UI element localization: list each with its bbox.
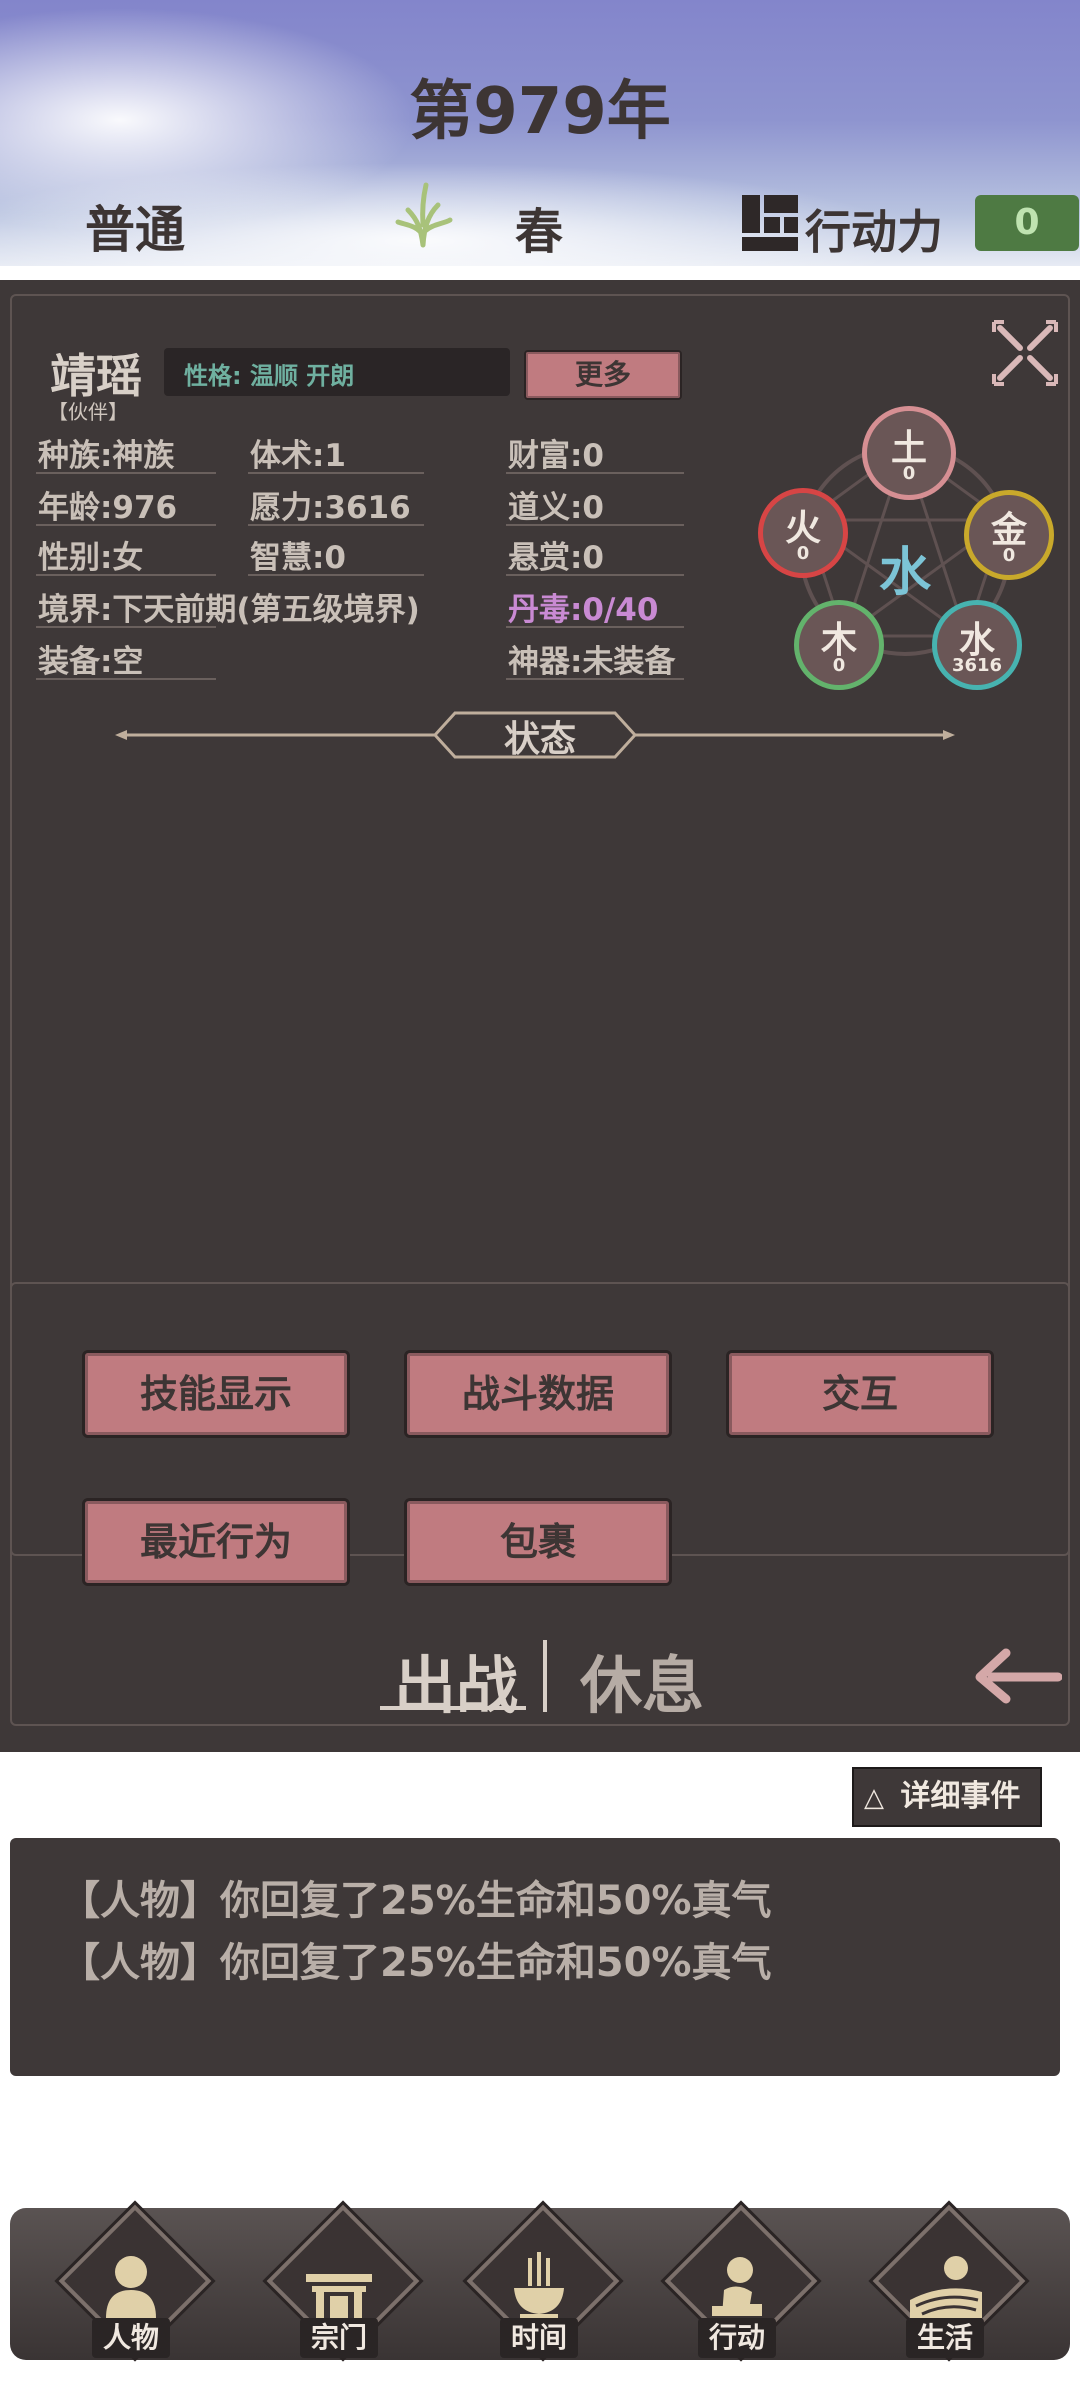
- interact-button[interactable]: 交互: [726, 1350, 994, 1438]
- difficulty-label: 普通: [85, 201, 185, 259]
- stat-righteousness: 道义:0: [508, 490, 604, 526]
- element-earth-value: 0: [902, 463, 916, 484]
- element-fire-value: 0: [796, 543, 810, 564]
- nav-character[interactable]: 人物: [56, 2204, 212, 2362]
- nav-action-label: 行动: [698, 2318, 776, 2358]
- nav-action[interactable]: 行动: [662, 2204, 818, 2362]
- nav-life[interactable]: 生活: [870, 2204, 1026, 2362]
- stat-equipment: 装备:空: [38, 644, 144, 680]
- skill-display-button[interactable]: 技能显示: [82, 1350, 350, 1438]
- role-tag: 【伙伴】: [48, 400, 128, 424]
- log-line: 【人物】你回复了25%生命和50%真气: [60, 1940, 772, 1986]
- element-water: 水 3616: [932, 600, 1022, 690]
- divider: [506, 626, 684, 628]
- recent-actions-button[interactable]: 最近行为: [82, 1498, 350, 1586]
- tab-deploy[interactable]: 出战: [394, 1635, 518, 1725]
- back-arrow-icon[interactable]: [972, 1645, 1062, 1705]
- divider: [506, 472, 684, 474]
- divider: [506, 574, 684, 576]
- more-button[interactable]: 更多: [524, 350, 682, 400]
- year-title: 第979年: [409, 75, 671, 149]
- log-line: 【人物】你回复了25%生命和50%真气: [60, 1878, 772, 1924]
- spring-sprout-icon: [395, 182, 453, 248]
- action-points-value: 0: [975, 195, 1079, 251]
- divider: [36, 524, 216, 526]
- element-wood: 木 0: [794, 600, 884, 690]
- inventory-button[interactable]: 包裹: [404, 1498, 672, 1586]
- triangle-icon: △: [864, 1783, 884, 1813]
- stat-pill-poison: 丹毒:0/40: [508, 592, 659, 628]
- element-metal-value: 0: [1002, 545, 1016, 566]
- divider: [506, 678, 684, 680]
- divider: [248, 472, 424, 474]
- nav-sect[interactable]: 宗门: [264, 2204, 420, 2362]
- stat-race: 种族:神族: [38, 438, 175, 474]
- stat-artifact: 神器:未装备: [508, 644, 676, 680]
- battle-data-button[interactable]: 战斗数据: [404, 1350, 672, 1438]
- nav-time-label: 时间: [500, 2318, 578, 2358]
- divider: [248, 574, 424, 576]
- divider: [506, 524, 684, 526]
- season-label: 春: [515, 204, 564, 260]
- tab-underline: [380, 1706, 526, 1710]
- action-points-label: 行动力: [805, 205, 943, 259]
- stat-age: 年龄:976: [38, 490, 178, 526]
- action-points-icon: [742, 195, 798, 251]
- element-fire: 火 0: [758, 488, 848, 578]
- nav-sect-label: 宗门: [300, 2318, 378, 2358]
- element-metal: 金 0: [964, 490, 1054, 580]
- status-section-title: 状态: [503, 719, 576, 760]
- tab-rest[interactable]: 休息: [580, 1635, 704, 1725]
- stat-gender: 性别:女: [38, 540, 144, 576]
- element-earth: 土 0: [862, 406, 956, 500]
- close-icon[interactable]: [990, 318, 1060, 388]
- element-wood-value: 0: [832, 655, 846, 676]
- divider: [36, 472, 216, 474]
- divider: [248, 524, 424, 526]
- stat-body-skill: 体术:1: [250, 438, 346, 474]
- divider: [36, 626, 216, 628]
- divider: [36, 678, 216, 680]
- stat-wisdom: 智慧:0: [250, 540, 346, 576]
- tab-separator: [543, 1640, 547, 1712]
- detail-events-button[interactable]: △ 详细事件: [852, 1767, 1042, 1827]
- stat-bounty: 悬赏:0: [508, 540, 604, 576]
- personality-text: 性格: 温顺 开朗: [184, 362, 355, 390]
- divider: [36, 574, 216, 576]
- nav-life-label: 生活: [906, 2318, 984, 2358]
- stat-wealth: 财富:0: [508, 438, 604, 474]
- detail-events-label: 详细事件: [900, 1779, 1021, 1814]
- stat-realm: 境界:下天前期(第五级境界): [38, 592, 420, 628]
- nav-time[interactable]: 时间: [464, 2204, 620, 2362]
- nav-character-label: 人物: [92, 2318, 170, 2358]
- stat-will-power: 愿力:3616: [250, 490, 411, 526]
- current-element: 水: [878, 543, 931, 603]
- element-water-value: 3616: [951, 655, 1003, 676]
